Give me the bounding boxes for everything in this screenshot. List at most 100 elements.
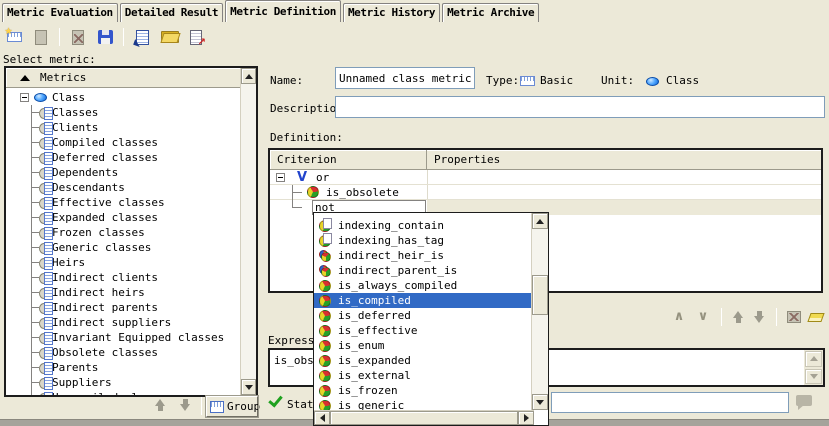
criterion-option[interactable]: is_compiled [314, 293, 531, 308]
criterion-option[interactable]: is_effective [314, 323, 531, 338]
metric-tree-item[interactable]: Indirect clients [6, 270, 240, 285]
open-metric-file-button[interactable] [158, 26, 180, 48]
criterion-column-header[interactable]: Criterion [270, 150, 427, 169]
tab-label: Detailed Result [125, 6, 218, 19]
metric-tree-item-label: Classes [52, 105, 98, 120]
scroll-right-button[interactable] [518, 411, 534, 425]
properties-column-header[interactable]: Properties [427, 150, 500, 169]
tab[interactable]: Metric Evaluation [2, 3, 118, 22]
metric-tree-item[interactable]: Classes [6, 105, 240, 120]
toolbar-separator [123, 28, 124, 46]
criterion-option-label: is_frozen [338, 383, 398, 398]
metric-tree-header-label: Metrics [40, 70, 86, 85]
metric-tree-item[interactable]: Expanded classes [6, 210, 240, 225]
export-metrics-button[interactable] [185, 26, 207, 48]
scrollbar-thumb[interactable] [532, 275, 548, 315]
criterion-option[interactable]: is_enum [314, 338, 531, 353]
or-operator-button[interactable] [695, 310, 711, 324]
remove-criterion-button[interactable] [787, 311, 801, 323]
criterion-option[interactable]: indirect_parent_is [314, 263, 531, 278]
metric-tree-item[interactable]: Indirect heirs [6, 285, 240, 300]
metric-tree-item-label: Clients [52, 120, 98, 135]
and-operator-button[interactable] [671, 310, 687, 324]
metric-tree-item[interactable]: Indirect parents [6, 300, 240, 315]
expression-scroll-up-button[interactable] [805, 351, 822, 367]
delete-metric-button[interactable] [67, 26, 89, 48]
metric-tree-item[interactable]: Indirect suppliers [6, 315, 240, 330]
criterion-option[interactable]: is_always_compiled [314, 278, 531, 293]
tab[interactable]: Metric Archive [442, 3, 539, 22]
move-criterion-up-button[interactable] [732, 310, 745, 324]
criterion-option[interactable]: indirect_heir_is [314, 248, 531, 263]
metric-tree-root-class[interactable]: Class [6, 90, 240, 105]
scroll-down-button[interactable] [241, 379, 256, 395]
tab[interactable]: Metric Definition [225, 0, 341, 22]
import-metrics-button[interactable] [131, 26, 153, 48]
metric-tree-item[interactable]: Descendants [6, 180, 240, 195]
description-input[interactable] [335, 96, 825, 118]
scroll-up-button[interactable] [532, 213, 548, 229]
dropdown-horizontal-scrollbar[interactable] [314, 410, 534, 425]
collapse-icon[interactable] [276, 173, 285, 182]
criterion-option[interactable]: is_external [314, 368, 531, 383]
criterion-option[interactable]: is_deferred [314, 308, 531, 323]
erase-definition-button[interactable] [807, 313, 824, 322]
duplicate-metric-button[interactable] [30, 26, 52, 48]
metric-tree-item[interactable]: Uncompiled classes [6, 390, 240, 395]
class-unit-icon [34, 93, 47, 102]
criterion-option[interactable]: is_frozen [314, 383, 531, 398]
scroll-left-button[interactable] [314, 411, 330, 425]
metric-tree-item-label: Suppliers [52, 375, 112, 390]
move-up-button[interactable] [154, 398, 167, 412]
metric-tree-item[interactable]: Invariant Equipped classes [6, 330, 240, 345]
metric-tree-item[interactable]: Obsolete classes [6, 345, 240, 360]
metric-tree-item[interactable]: Deferred classes [6, 150, 240, 165]
metric-tree-item[interactable]: Frozen classes [6, 225, 240, 240]
metric-icon [39, 122, 50, 133]
metric-tree-item[interactable]: Generic classes [6, 240, 240, 255]
metric-tree-item[interactable]: Suppliers [6, 375, 240, 390]
metric-tree-item[interactable]: Dependents [6, 165, 240, 180]
metric-tree-header[interactable]: Metrics [6, 68, 240, 88]
metric-tree-item[interactable]: Compiled classes [6, 135, 240, 150]
metric-tree-item[interactable]: Parents [6, 360, 240, 375]
tab[interactable]: Metric History [343, 3, 440, 22]
dropdown-vertical-scrollbar[interactable] [531, 213, 548, 410]
tree-scrollbar[interactable] [240, 68, 256, 395]
criterion-option-label: is_effective [338, 323, 417, 338]
save-metric-button[interactable] [94, 26, 116, 48]
group-toggle-button[interactable]: Group [206, 396, 258, 417]
name-input[interactable] [335, 67, 475, 89]
criterion-option[interactable]: indexing_has_tag [314, 233, 531, 248]
metric-tree-item-label: Dependents [52, 165, 118, 180]
scroll-down-button[interactable] [532, 394, 548, 410]
metric-tree-item-label: Uncompiled classes [52, 390, 171, 395]
move-criterion-down-button[interactable] [753, 310, 766, 324]
green-check-icon [267, 392, 283, 408]
speech-bubble-icon[interactable] [796, 395, 812, 406]
new-metric-button[interactable] [3, 26, 25, 48]
criterion-icon [319, 280, 331, 292]
down-arrow-icon [536, 400, 544, 409]
criterion-is-obsolete-label: is_obsolete [326, 185, 399, 200]
metric-tree-item-label: Invariant Equipped classes [52, 330, 224, 345]
criterion-option[interactable]: is_expanded [314, 353, 531, 368]
criterion-row-or[interactable]: or [270, 170, 821, 185]
scroll-up-button[interactable] [241, 68, 256, 84]
tab[interactable]: Detailed Result [120, 3, 223, 22]
metric-tree-item[interactable]: Effective classes [6, 195, 240, 210]
metric-tree-item[interactable]: Clients [6, 120, 240, 135]
criterion-option-label: indirect_parent_is [338, 263, 457, 278]
up-arrow-icon [536, 215, 544, 224]
tab-label: Metric Archive [447, 6, 534, 19]
metric-icon [39, 302, 50, 313]
criterion-dropdown-list: indexing_contain indexing_has_tag indire… [314, 213, 531, 425]
scrollbar-thumb[interactable] [330, 411, 518, 425]
status-input[interactable] [551, 392, 789, 413]
criterion-option[interactable]: indexing_contain [314, 218, 531, 233]
collapse-icon[interactable] [20, 93, 29, 102]
expression-scroll-down-button[interactable] [805, 369, 822, 385]
criterion-row-is-obsolete[interactable]: is_obsolete [270, 185, 821, 200]
metric-tree-item[interactable]: Heirs [6, 255, 240, 270]
move-down-button[interactable] [179, 398, 192, 412]
